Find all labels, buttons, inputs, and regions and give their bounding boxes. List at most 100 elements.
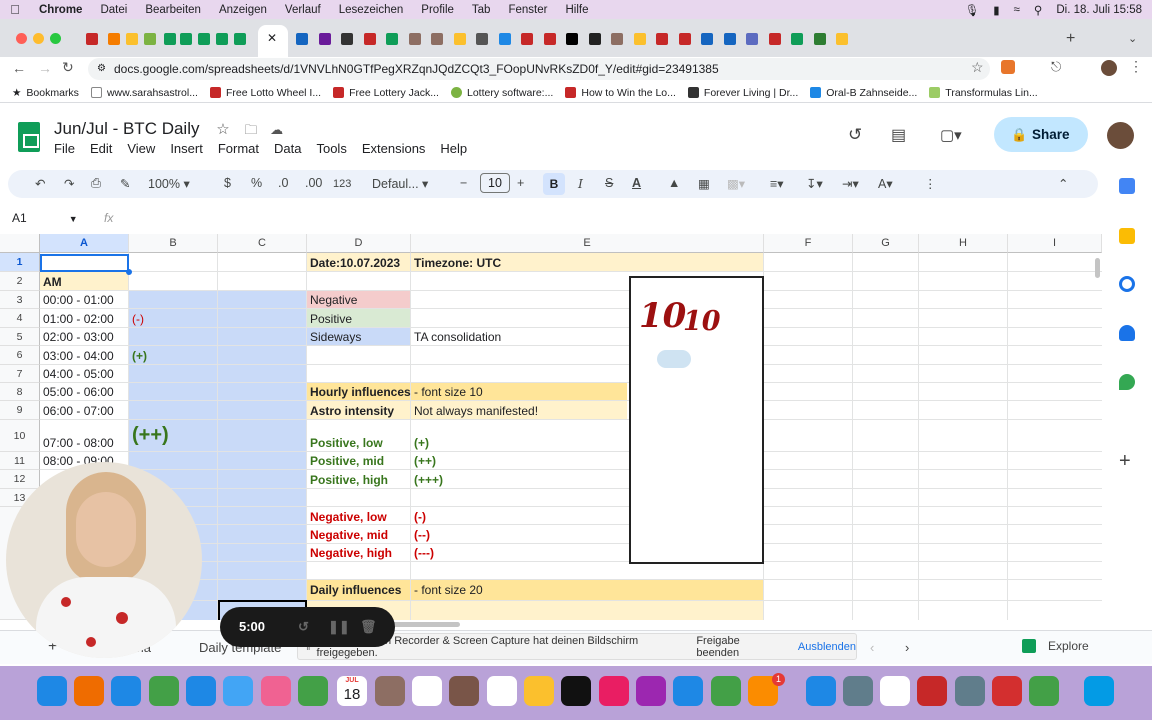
menu-bearbeiten[interactable]: Bearbeiten: [136, 4, 210, 16]
chevron-down-icon[interactable]: ▼: [69, 214, 78, 224]
stop-sharing-button[interactable]: Freigabe beenden: [696, 635, 776, 659]
dock-app-icon[interactable]: [524, 676, 554, 706]
cell-a7[interactable]: 04:00 - 05:00: [40, 367, 114, 381]
menu-help[interactable]: Help: [440, 141, 467, 156]
cell-e11[interactable]: (++): [411, 454, 436, 468]
spotlight-search-icon[interactable]: ⚲: [1034, 3, 1042, 17]
dock-app-icon[interactable]: [412, 676, 442, 706]
menu-tools[interactable]: Tools: [316, 141, 346, 156]
cell-d1[interactable]: Date:10.07.2023: [307, 256, 400, 270]
dock-app-icon[interactable]: [992, 676, 1022, 706]
cell-d9[interactable]: Astro intensity: [307, 404, 394, 418]
cell-e1[interactable]: Timezone: UTC: [411, 256, 501, 270]
dock-app-icon[interactable]: [955, 676, 985, 706]
row-header-10[interactable]: 10: [0, 420, 40, 452]
font-size-input[interactable]: 10: [480, 173, 510, 193]
row-header-6[interactable]: 6: [0, 346, 40, 365]
restart-icon[interactable]: ↺: [298, 607, 309, 647]
cell-a8[interactable]: 05:00 - 06:00: [40, 385, 114, 399]
microphone-icon[interactable]: 🎙: [965, 3, 980, 17]
cell-e15[interactable]: (--): [411, 528, 430, 542]
dock-app-icon[interactable]: [487, 676, 517, 706]
cell-d11[interactable]: Positive, mid: [307, 454, 384, 468]
account-avatar[interactable]: [1107, 122, 1134, 149]
explore-button[interactable]: Explore: [1022, 639, 1089, 653]
cell-e8[interactable]: - font size 10: [411, 385, 483, 399]
dock-app-icon[interactable]: [561, 676, 591, 706]
menu-app-chrome[interactable]: Chrome: [30, 4, 91, 16]
move-folder-icon[interactable]: 🗀: [244, 122, 257, 137]
bookmark-item[interactable]: Lottery software:...: [450, 87, 553, 99]
bookmark-folder[interactable]: ★ Bookmarks: [12, 87, 79, 99]
number-format-button[interactable]: 123: [333, 178, 351, 190]
tab-favicon[interactable]: [408, 33, 421, 45]
row-header-11[interactable]: 11: [0, 452, 40, 470]
vertical-align-icon[interactable]: ↧▾: [806, 176, 823, 191]
column-header-b[interactable]: B: [129, 234, 218, 253]
tab-favicon[interactable]: [521, 33, 533, 45]
extensions-puzzle-icon[interactable]: ⎋: [1051, 59, 1061, 75]
increase-font-size-button[interactable]: +: [517, 176, 524, 190]
column-header-i[interactable]: I: [1008, 234, 1102, 253]
formula-bar[interactable]: fx: [104, 211, 113, 225]
row-header-2[interactable]: 2: [0, 272, 40, 291]
tab-favicon[interactable]: [588, 33, 601, 45]
zoom-select[interactable]: 100% ▾: [148, 176, 190, 191]
menu-data[interactable]: Data: [274, 141, 301, 156]
dock-app-icon[interactable]: [261, 676, 291, 706]
site-info-icon[interactable]: ⚙: [97, 58, 106, 80]
cell-d14[interactable]: Negative, low: [307, 510, 387, 524]
reload-icon[interactable]: ↻: [62, 59, 74, 76]
tab-favicon[interactable]: [296, 33, 308, 45]
menu-extensions[interactable]: Extensions: [362, 141, 426, 156]
tab-favicon[interactable]: [476, 33, 488, 45]
text-wrapping-icon[interactable]: ⇥▾: [842, 176, 859, 191]
menu-fenster[interactable]: Fenster: [499, 4, 556, 16]
pause-icon[interactable]: ❚❚: [328, 607, 350, 647]
fill-handle[interactable]: [126, 269, 132, 275]
sheets-logo-icon[interactable]: [18, 122, 40, 152]
drawing-frame[interactable]: 10 10: [629, 276, 764, 564]
star-icon[interactable]: ☆: [216, 121, 229, 138]
dock-app-icon[interactable]: [74, 676, 104, 706]
dock-app-icon[interactable]: [843, 676, 873, 706]
column-header-h[interactable]: H: [919, 234, 1008, 253]
tab-favicon[interactable]: [126, 33, 138, 45]
tab-favicon[interactable]: [633, 33, 646, 45]
dock-app-icon[interactable]: [375, 676, 405, 706]
address-bar[interactable]: ⚙ docs.google.com/spreadsheets/d/1VNVLhN…: [88, 58, 990, 80]
tab-favicon[interactable]: [723, 33, 736, 45]
comments-icon[interactable]: ▤: [891, 125, 906, 145]
cell-a2[interactable]: AM: [40, 275, 62, 289]
tab-favicon[interactable]: [768, 33, 781, 45]
metamask-extension-icon[interactable]: [1001, 60, 1015, 74]
profile-avatar-icon[interactable]: [1101, 60, 1117, 76]
row-header-8[interactable]: 8: [0, 383, 40, 401]
cell-d10[interactable]: Positive, low: [307, 436, 383, 450]
strikethrough-button[interactable]: S: [605, 176, 613, 190]
tab-favicon[interactable]: [431, 33, 443, 45]
dock-app-icon[interactable]: [223, 676, 253, 706]
tab-favicon[interactable]: [363, 33, 376, 45]
calendar-app-icon[interactable]: JUL 18: [337, 676, 367, 706]
cell-b4[interactable]: (-): [129, 312, 144, 326]
bookmark-item[interactable]: Forever Living | Dr...: [687, 87, 798, 99]
italic-button[interactable]: I: [578, 176, 583, 191]
dock-app-icon[interactable]: [37, 676, 67, 706]
horizontal-align-icon[interactable]: ≡▾: [770, 176, 784, 191]
font-family-select[interactable]: Defaul... ▾: [372, 176, 428, 191]
bookmark-item[interactable]: Oral-B Zahnseide...: [810, 87, 917, 99]
cell-e16[interactable]: (---): [411, 546, 434, 560]
column-header-c[interactable]: C: [218, 234, 307, 253]
row-header-4[interactable]: 4: [0, 309, 40, 328]
meet-camera-icon[interactable]: ▢▾: [940, 126, 962, 144]
bookmark-item[interactable]: www.sarahsastrol...: [90, 87, 198, 99]
new-tab-icon[interactable]: +: [1066, 30, 1075, 48]
tab-favicon[interactable]: [566, 33, 578, 45]
tab-search-chevron-icon[interactable]: ⌄: [1128, 32, 1137, 45]
row-header-5[interactable]: 5: [0, 328, 40, 346]
active-tab[interactable]: ✕: [258, 25, 288, 57]
cell-e10[interactable]: (+): [411, 436, 429, 450]
bookmark-item[interactable]: Transformulas Lin...: [929, 87, 1038, 99]
version-history-icon[interactable]: ↺: [848, 125, 862, 145]
